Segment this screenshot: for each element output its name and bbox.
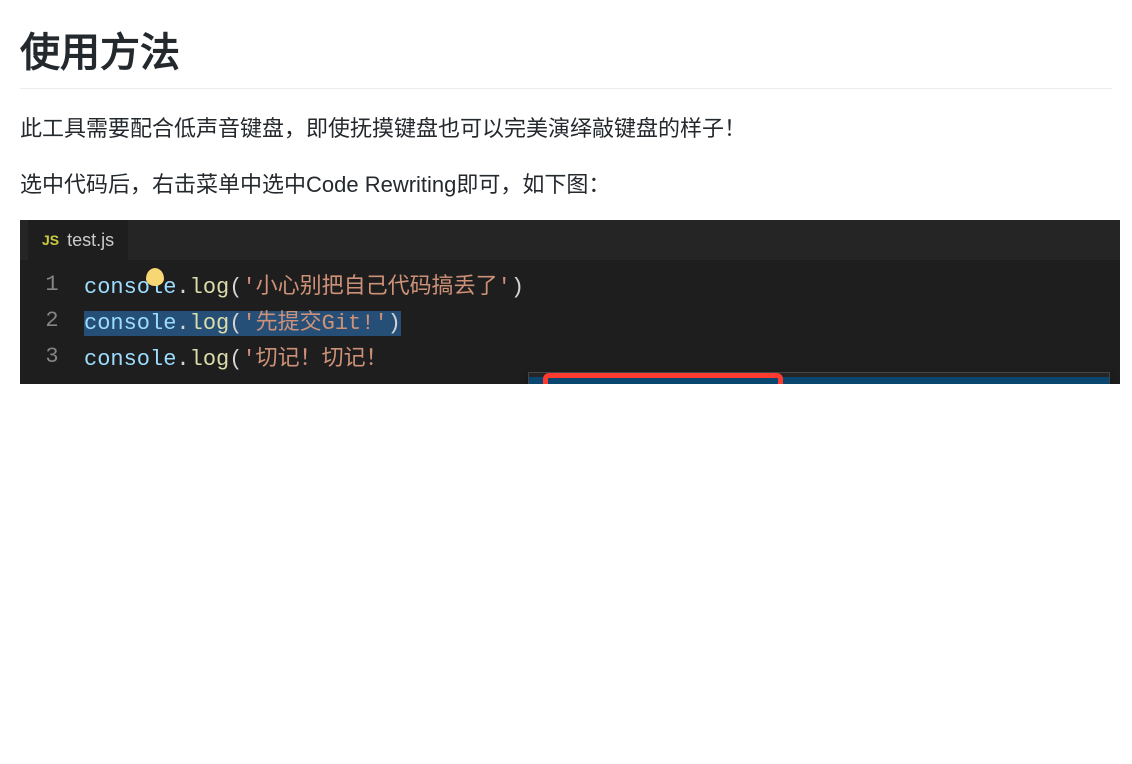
token-call: log [190, 275, 230, 300]
lightbulb-icon[interactable] [146, 268, 164, 286]
code-line: 3 console.log('切记！切记！ [20, 338, 1120, 374]
token-string: 切记！切记！ [256, 347, 388, 372]
token-quote: ' [242, 347, 255, 372]
token-quote: ' [242, 311, 255, 336]
code-line: 2 console.log('先提交Git!') [20, 302, 1120, 338]
code-area[interactable]: 1 console.log('小心别把自己代码搞丢了') 2 console.l… [20, 260, 1120, 384]
line-number: 3 [20, 344, 84, 369]
token-string: 先提交Git! [256, 311, 375, 336]
page-title: 使用方法 [20, 20, 1112, 89]
context-menu-item-code-rewriting[interactable]: Code Rewriting [529, 377, 1109, 384]
highlight-annotation [543, 373, 783, 384]
token-ident: console [84, 347, 176, 372]
context-menu: Code Rewriting 转到定义 F12 转到类型定义 转到实现 Ctrl… [528, 372, 1110, 384]
token-string: 小心别把自己代码搞丢了 [256, 275, 498, 300]
token-punct: . [176, 311, 189, 336]
token-punct: . [176, 347, 189, 372]
token-quote: ' [374, 311, 387, 336]
intro-paragraph-2: 选中代码后，右击菜单中选中Code Rewriting即可，如下图： [20, 165, 1112, 205]
intro-paragraph-1: 此工具需要配合低声音键盘，即使抚摸键盘也可以完美演绎敲键盘的样子！ [20, 109, 1112, 149]
editor-screenshot: JS test.js 1 console.log('小心别把自己代码搞丢了') … [20, 220, 1120, 384]
code-line: 1 console.log('小心别把自己代码搞丢了') [20, 266, 1120, 302]
token-quote: ' [242, 275, 255, 300]
code-content: console.log('切记！切记！ [84, 340, 388, 372]
token-punct: ( [229, 275, 242, 300]
tab-filename: test.js [67, 230, 114, 251]
token-punct: ) [388, 311, 401, 336]
token-punct: ( [229, 347, 242, 372]
line-number: 1 [20, 272, 84, 297]
token-quote: ' [498, 275, 511, 300]
editor-tab[interactable]: JS test.js [28, 220, 128, 260]
code-content: console.log('先提交Git!') [84, 304, 401, 336]
token-call: log [190, 311, 230, 336]
token-call: log [190, 347, 230, 372]
token-punct: . [176, 275, 189, 300]
token-ident: console [84, 311, 176, 336]
token-punct: ) [511, 275, 524, 300]
line-number: 2 [20, 308, 84, 333]
token-punct: ( [229, 311, 242, 336]
js-file-icon: JS [42, 232, 59, 248]
editor-tabbar: JS test.js [20, 220, 1120, 260]
